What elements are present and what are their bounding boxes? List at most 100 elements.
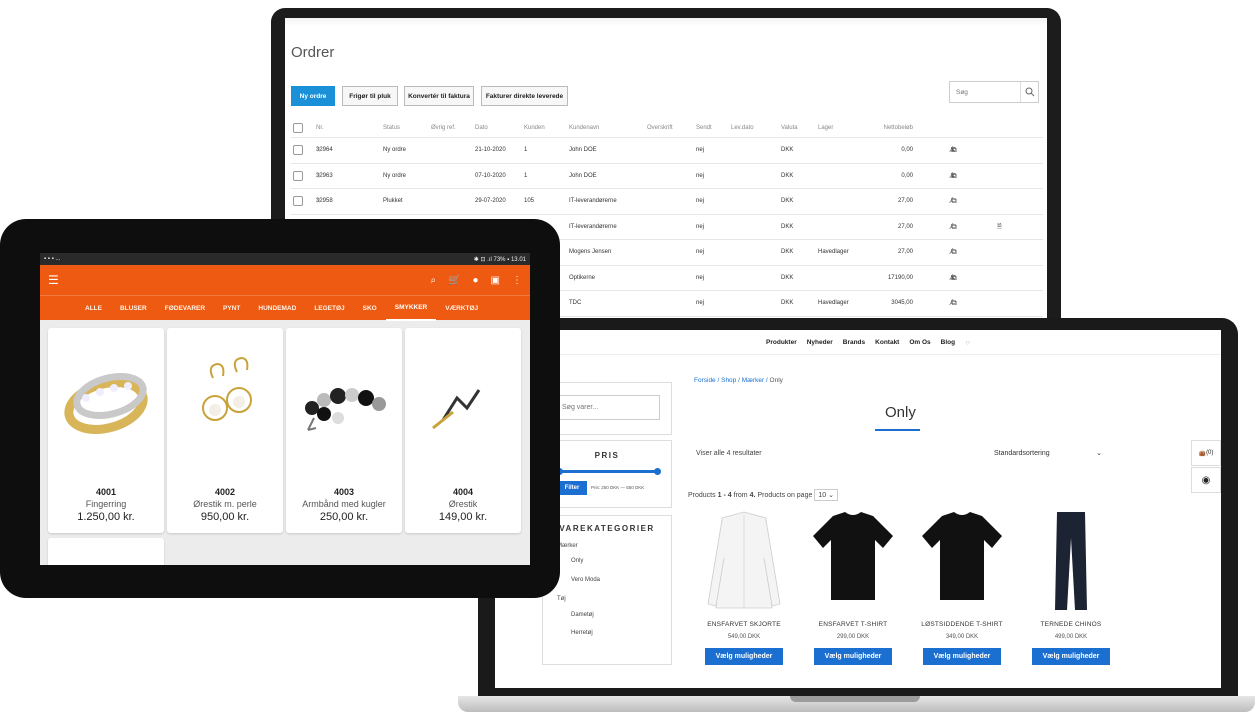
product-card[interactable]: 4002 Ørestik m. perle 950,00 kr. [167,328,283,533]
category-item[interactable]: Tøj [557,596,566,602]
tab-category[interactable]: LEGETØJ [305,296,353,321]
nav-item-brands[interactable]: Brands [843,339,865,346]
shop-product-card[interactable]: TERNEDE CHINOS 499,00 DKK Vælg muligheder [1021,508,1121,665]
products-prefix: Products [688,491,716,499]
product-card[interactable]: 4001 Fingerring 1.250,00 kr. [48,328,164,533]
row-checkbox[interactable] [293,170,303,181]
product-image[interactable] [694,508,794,613]
user-icon[interactable]: ● [473,275,479,286]
nav-item-news[interactable]: Nyheder [807,339,833,346]
convert-invoice-button[interactable]: Konvertér til faktura [404,86,474,106]
nav-item-products[interactable]: Produkter [766,339,797,346]
delete-icon[interactable]: x [951,273,955,282]
cart-icon[interactable]: 🛒 [448,275,460,286]
category-item[interactable]: Herretøj [571,630,593,636]
row-checkbox[interactable] [293,145,303,156]
col-header[interactable]: Overskrift [647,125,673,131]
shop-product-card[interactable]: ENSFARVET T-SHIRT 299,00 DKK Vælg mulighed… [803,508,903,665]
product-image[interactable] [912,508,1012,613]
select-options-button[interactable]: Vælg muligheder [1032,648,1110,665]
tab-category[interactable]: FØDEVARER [156,296,214,321]
nav-item-about[interactable]: Om Os [909,339,930,346]
table-row[interactable]: 32963 ⇅ Ny ordre 07-10-2020 1 John DOE nej DKK… [291,164,1043,189]
tab-category[interactable]: SKO [354,296,386,321]
category-item[interactable]: Vero Moda [571,577,600,583]
tab-category[interactable]: SMYKKER [385,296,437,321]
nav-item-contact[interactable]: Kontakt [875,339,899,346]
breadcrumb-shop[interactable]: Shop [721,377,736,384]
tab-category[interactable]: PYNT [214,296,249,321]
search-icon[interactable] [1020,82,1038,102]
hamburger-menu-icon[interactable]: ☰ [48,273,59,287]
table-row[interactable]: 32964 ⇅ Ny ordre 21-10-2020 1 John DOE nej DKK… [291,138,1043,164]
shop-product-card[interactable]: ENSFARVET SKJORTE 549,00 DKK Vælg mulighed… [694,508,794,665]
col-header[interactable]: Nettobeløb [884,125,913,131]
select-options-button[interactable]: Vælg muligheder [814,648,892,665]
per-page-select[interactable]: 10 ⌄ [814,489,838,501]
tab-category[interactable]: HUNDEMAD [249,296,305,321]
price-slider[interactable] [556,468,661,475]
breadcrumb-home[interactable]: Forside [694,377,716,384]
product-number: 4002 [214,487,236,497]
copy-icon[interactable]: ⧉ [951,299,957,307]
breadcrumb-brands[interactable]: Mærker [742,377,764,384]
category-item[interactable]: Dametøj [571,612,594,618]
category-item[interactable]: Only [571,558,583,564]
category-item[interactable]: Mærker [557,543,578,549]
select-options-button[interactable]: Vælg muligheder [923,648,1001,665]
delete-icon[interactable]: x [951,146,955,154]
release-pick-button[interactable]: Frigør til pluk [342,86,398,106]
table-row[interactable]: 32958 ⇅ Plukket 29-07-2020 105 IT-leverandør… [291,189,1043,215]
product-name[interactable]: TERNEDE CHINOS [1021,621,1121,628]
row-checkbox[interactable] [293,196,303,207]
copy-icon[interactable]: ⧉ [951,248,957,256]
col-header[interactable]: Øvrig ref. [431,125,456,131]
product-name[interactable]: LØSTSIDDENDE T-SHIRT [912,621,1012,628]
col-header[interactable]: Valuta [781,125,798,131]
col-header[interactable]: Dato [475,125,488,131]
col-header[interactable]: Kunden [524,125,545,131]
product-search-input[interactable] [555,395,660,420]
select-all-checkbox[interactable] [293,122,303,133]
shop-product-card[interactable]: LØSTSIDDENDE T-SHIRT 349,00 DKK Vælg mulig… [912,508,1012,665]
invoice-direct-button[interactable]: Fakturer direkte leverede [481,86,568,106]
tab-category[interactable]: VÆRKTØJ [436,296,487,321]
col-header[interactable]: Status [383,125,400,131]
copy-icon[interactable]: ⧉ [951,197,957,205]
search-icon[interactable]: ⌕ [430,275,436,286]
col-header[interactable]: Lager [818,125,833,131]
currency: DKK [781,223,794,230]
col-header[interactable]: Nr. [316,125,324,131]
tab-category[interactable]: BLUSER [111,296,156,321]
product-price: 349,00 DKK [945,634,979,640]
nav-item-blog[interactable]: Blog [941,339,955,346]
product-image[interactable] [1021,508,1121,613]
more-icon[interactable]: ⋮ [512,275,522,286]
earring-image [202,356,252,421]
product-card[interactable] [48,538,164,565]
col-header[interactable]: Lev.dato [731,125,754,131]
account-button[interactable]: ◉ [1191,467,1221,493]
register-icon[interactable]: ▣ [491,275,500,286]
select-options-button[interactable]: Vælg muligheder [705,648,783,665]
copy-icon[interactable]: ⧉ [951,222,957,231]
new-order-button[interactable]: Ny ordre [291,86,335,106]
order-search-input[interactable] [950,88,1020,96]
col-header[interactable]: Sendt [696,125,712,131]
cart-button[interactable]: 👜 (0) [1191,440,1221,466]
app-actions: ⌕ 🛒 ● ▣ ⋮ [430,275,522,286]
search-icon[interactable]: ○ [965,338,970,347]
product-name[interactable]: ENSFARVET T-SHIRT [803,621,903,628]
slider-handle-max[interactable] [654,468,661,475]
filter-button[interactable]: Filter [557,481,587,495]
col-header[interactable]: Kundenavn [569,125,599,131]
product-image[interactable] [803,508,903,613]
tab-category[interactable]: ALLE [76,296,111,321]
product-card[interactable]: 4004 Ørestik 149,00 kr. [405,328,521,533]
product-name[interactable]: ENSFARVET SKJORTE [694,621,794,628]
product-card[interactable]: 4003 Armbånd med kugler 250,00 kr. [286,328,402,533]
order-search[interactable] [949,81,1039,103]
delete-icon[interactable]: x [951,171,955,180]
document-icon[interactable]: 🗎 [997,222,1002,232]
sort-select[interactable]: Standardsortering ⌄ [988,444,1108,462]
